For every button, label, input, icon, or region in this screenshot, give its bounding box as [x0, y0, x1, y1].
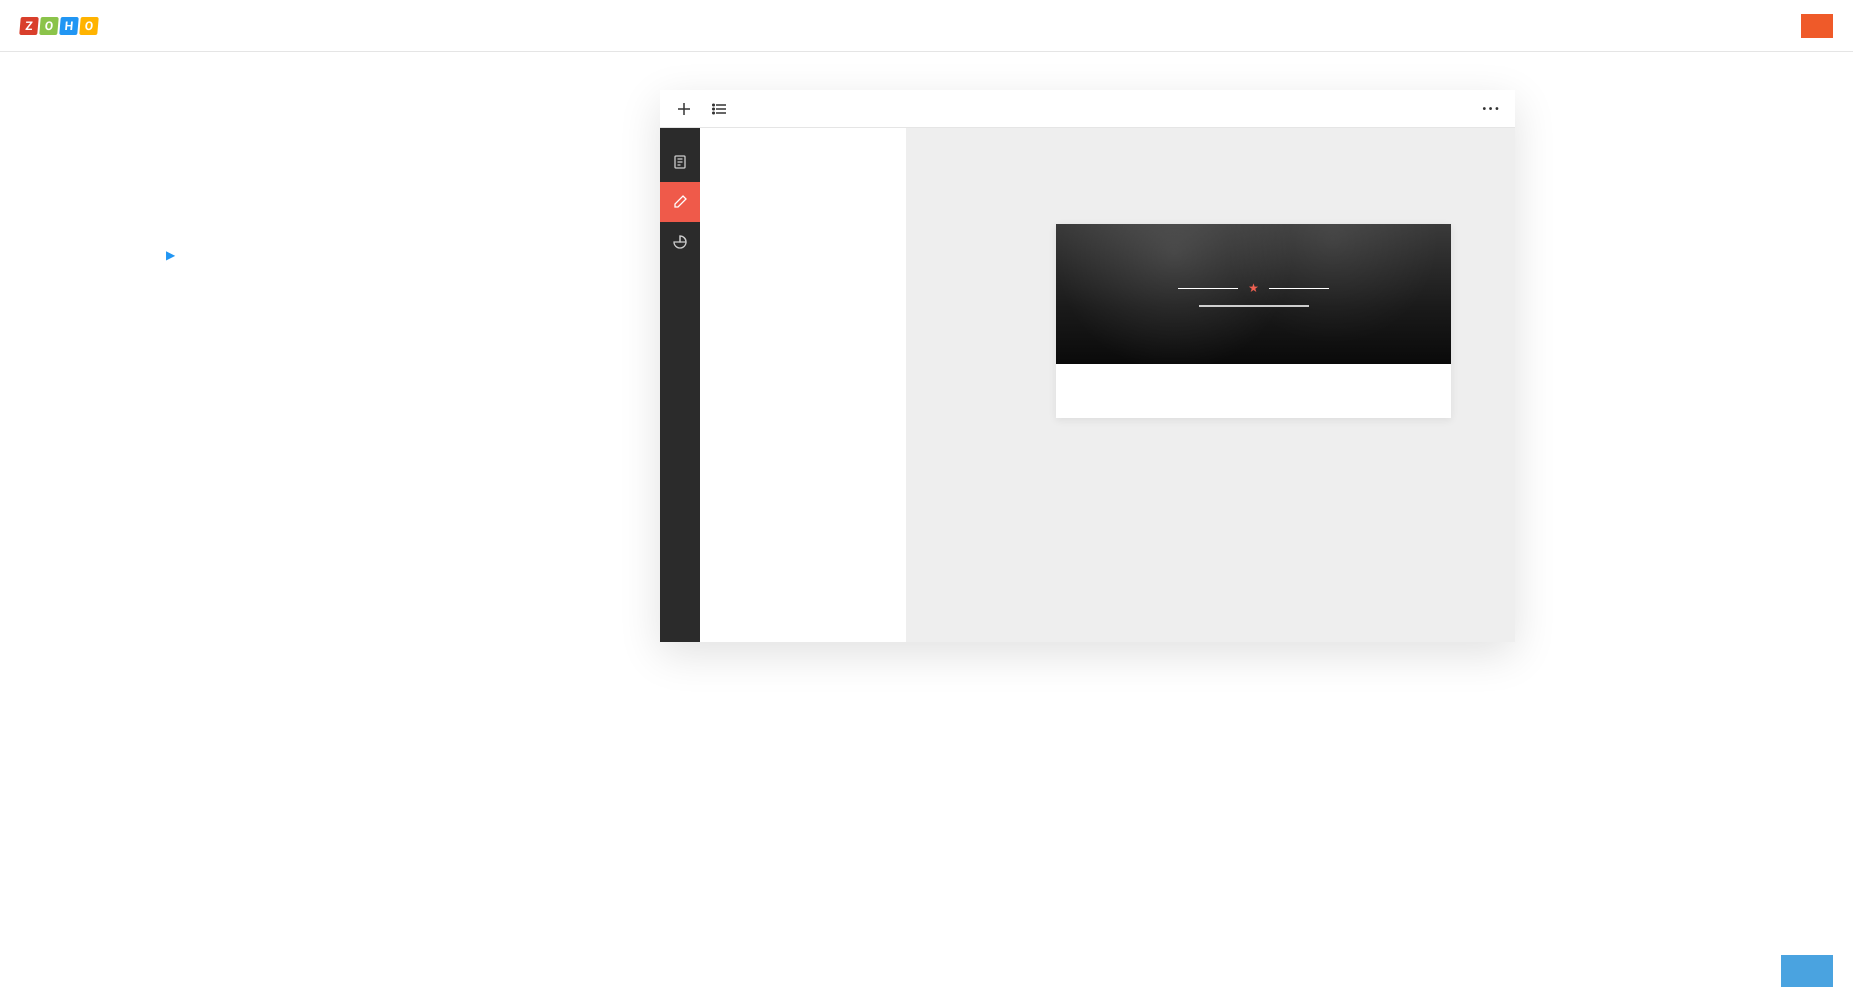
side-rail — [660, 128, 700, 642]
top-nav: ZOHO — [0, 0, 1853, 52]
nav-links — [1611, 14, 1833, 38]
brand[interactable]: ZOHO — [20, 17, 108, 35]
rail-pages-icon[interactable] — [660, 142, 700, 182]
star-icon: ★ — [1248, 281, 1259, 295]
preview-topbar: ••• — [660, 90, 1515, 128]
zoho-logo-icon: ZOHO — [20, 17, 98, 35]
editor-preview: ••• ★ — [660, 90, 1515, 642]
hero-copy: ▶ — [0, 52, 660, 987]
more-icon[interactable]: ••• — [1482, 102, 1501, 116]
rail-reports-icon[interactable] — [660, 222, 700, 262]
question-types-panel — [700, 128, 906, 642]
canvas: ★ — [906, 128, 1515, 642]
survey-card: ★ — [1056, 224, 1451, 418]
survey-banner: ★ — [1056, 224, 1451, 364]
plus-icon[interactable] — [676, 101, 692, 117]
request-demo-button[interactable] — [1781, 955, 1833, 987]
caret-right-icon: ▶ — [166, 248, 175, 262]
signup-button[interactable] — [1801, 14, 1833, 38]
learn-more-link[interactable]: ▶ — [160, 248, 175, 262]
rail-edit-icon[interactable] — [660, 182, 700, 222]
list-icon[interactable] — [712, 101, 728, 117]
preview-tabs: ••• — [1292, 90, 1515, 127]
